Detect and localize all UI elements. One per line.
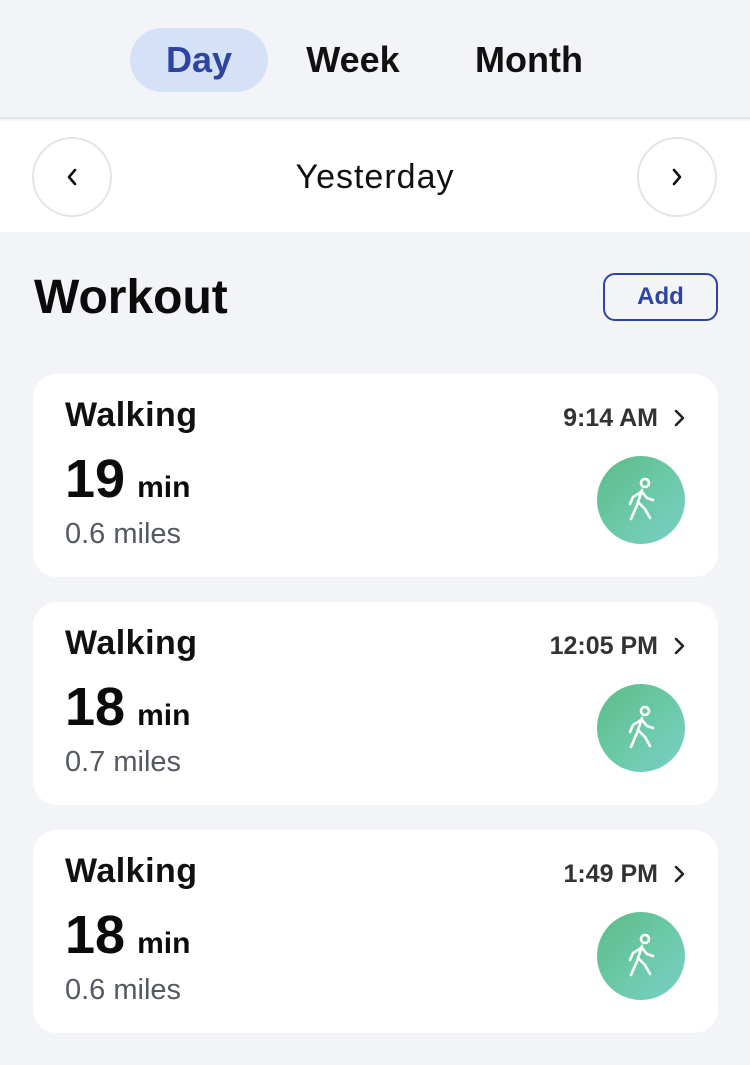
duration-value: 19 [65, 449, 126, 509]
workout-card[interactable]: Walking 9:14 AM 19 min 0.6 miles [33, 374, 718, 577]
tab-month[interactable]: Month [456, 28, 602, 92]
workout-type: Walking [65, 852, 198, 890]
walking-person-icon [597, 912, 685, 1000]
workout-card[interactable]: Walking 12:05 PM 18 min 0.7 miles [33, 602, 718, 805]
workout-time: 9:14 AM [563, 404, 658, 432]
workout-distance: 0.6 miles [65, 974, 182, 1006]
workout-duration: 18 min [65, 676, 190, 738]
chevron-right-icon [672, 168, 682, 186]
date-label: Yesterday [295, 158, 455, 196]
tab-day[interactable]: Day [130, 28, 268, 92]
workout-distance: 0.6 miles [65, 518, 182, 550]
workout-time: 1:49 PM [563, 860, 658, 888]
workout-type: Walking [65, 624, 198, 662]
workout-distance: 0.7 miles [65, 746, 182, 778]
workout-duration: 18 min [65, 904, 190, 966]
chevron-right-icon [674, 637, 685, 655]
previous-day-button[interactable] [32, 137, 112, 217]
walking-person-icon [597, 456, 685, 544]
chevron-right-icon [674, 865, 685, 883]
duration-unit: min [137, 927, 191, 960]
add-workout-button[interactable]: Add [603, 273, 718, 321]
chevron-right-icon [674, 409, 685, 427]
workout-time: 12:05 PM [549, 632, 658, 660]
chevron-left-icon [67, 168, 77, 186]
duration-unit: min [137, 699, 191, 732]
duration-value: 18 [65, 905, 126, 965]
workout-duration: 19 min [65, 448, 190, 510]
duration-value: 18 [65, 677, 126, 737]
period-tabs: Day Week Month [0, 0, 750, 119]
walking-person-icon [597, 684, 685, 772]
date-navigator: Yesterday [0, 121, 750, 232]
next-day-button[interactable] [637, 137, 717, 217]
duration-unit: min [137, 471, 191, 504]
section-title: Workout [34, 271, 228, 324]
workout-type: Walking [65, 396, 198, 434]
workout-card[interactable]: Walking 1:49 PM 18 min 0.6 miles [33, 830, 718, 1033]
tab-week[interactable]: Week [286, 28, 420, 92]
